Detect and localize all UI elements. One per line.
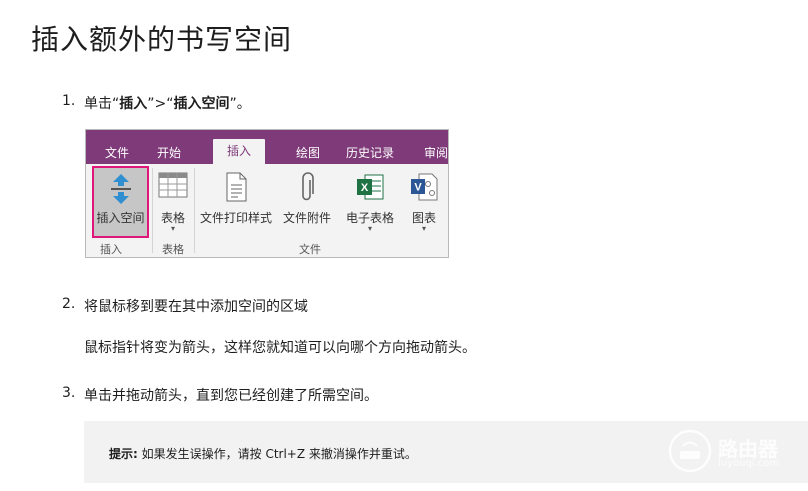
step-2-number: 2. [62, 296, 76, 312]
group-label-insert: 插入 [100, 243, 122, 256]
watermark-sub: luyouqi.com [718, 458, 780, 469]
table-dropdown-caret[interactable]: ▾ [154, 224, 192, 233]
step-1-text: 单击“插入”>“插入空间”。 [84, 93, 251, 113]
insert-space-label: 插入空间 [96, 211, 145, 225]
step-2-text: 将鼠标移到要在其中添加空间的区域 [84, 299, 308, 315]
step-1-prefix: 单击“ [84, 96, 120, 112]
tip-text: 提示: 如果发生误操作，请按 Ctrl+Z 来撤消操作并重试。 [109, 445, 417, 462]
diagram-button[interactable]: V 图表 ▾ [404, 166, 444, 238]
step-1-bold-insert: 插入 [119, 96, 148, 112]
visio-icon: V [410, 172, 438, 206]
step-1-bold-insert-space: 插入空间 [173, 96, 230, 112]
tab-review[interactable]: 审阅 [424, 144, 448, 161]
watermark: 路由器 luyouqi.com [668, 427, 808, 477]
file-printout-label: 文件打印样式 [199, 211, 272, 225]
spreadsheet-dropdown-caret[interactable]: ▾ [341, 224, 399, 233]
group-separator [152, 168, 153, 253]
file-printout-button[interactable]: 文件打印样式 [197, 166, 275, 238]
file-attachment-button[interactable]: 文件附件 [279, 166, 335, 238]
step-1-number: 1. [62, 93, 76, 109]
insert-space-button[interactable]: 插入空间 [92, 166, 149, 238]
spreadsheet-button[interactable]: X 电子表格 ▾ [341, 166, 399, 238]
group-label-table: 表格 [162, 243, 184, 256]
step-3-text: 单击并拖动箭头，直到您已经创建了所需空间。 [84, 388, 378, 404]
tip-message: 如果发生误操作，请按 Ctrl+Z 来撤消操作并重试。 [141, 447, 417, 461]
step-3-number: 3. [62, 385, 76, 401]
excel-icon: X [356, 172, 384, 206]
group-label-file: 文件 [299, 243, 321, 256]
step-2-note: 鼠标指针将变为箭头，这样您就知道可以向哪个方向拖动箭头。 [84, 340, 476, 356]
table-button[interactable]: 表格 ▾ [154, 166, 192, 238]
paperclip-icon [299, 172, 315, 208]
step-1-suffix: ”。 [229, 96, 251, 112]
page-title: 插入额外的书写空间 [31, 23, 293, 56]
tip-label: 提示: [109, 447, 138, 461]
tab-file[interactable]: 文件 [105, 144, 129, 161]
svg-text:V: V [414, 182, 422, 194]
file-printout-icon [225, 172, 247, 206]
tab-draw[interactable]: 绘图 [296, 144, 320, 161]
svg-text:X: X [361, 182, 369, 194]
diagram-dropdown-caret[interactable]: ▾ [404, 224, 444, 233]
router-logo-icon [668, 429, 712, 473]
table-icon [158, 172, 188, 202]
ribbon-screenshot: 文件 开始 插入 绘图 历史记录 审阅 插入空间 表格 ▾ 文件打印样式 文件附… [85, 129, 449, 258]
file-attachment-label: 文件附件 [282, 211, 331, 225]
step-1-mid: ”>“ [147, 96, 174, 112]
insert-space-icon [109, 172, 133, 210]
tab-history[interactable]: 历史记录 [346, 144, 394, 161]
ribbon-tab-bar: 文件 开始 插入 绘图 历史记录 审阅 [86, 130, 448, 164]
tab-insert[interactable]: 插入 [213, 139, 266, 164]
group-separator [194, 168, 195, 253]
tab-home[interactable]: 开始 [157, 144, 181, 161]
